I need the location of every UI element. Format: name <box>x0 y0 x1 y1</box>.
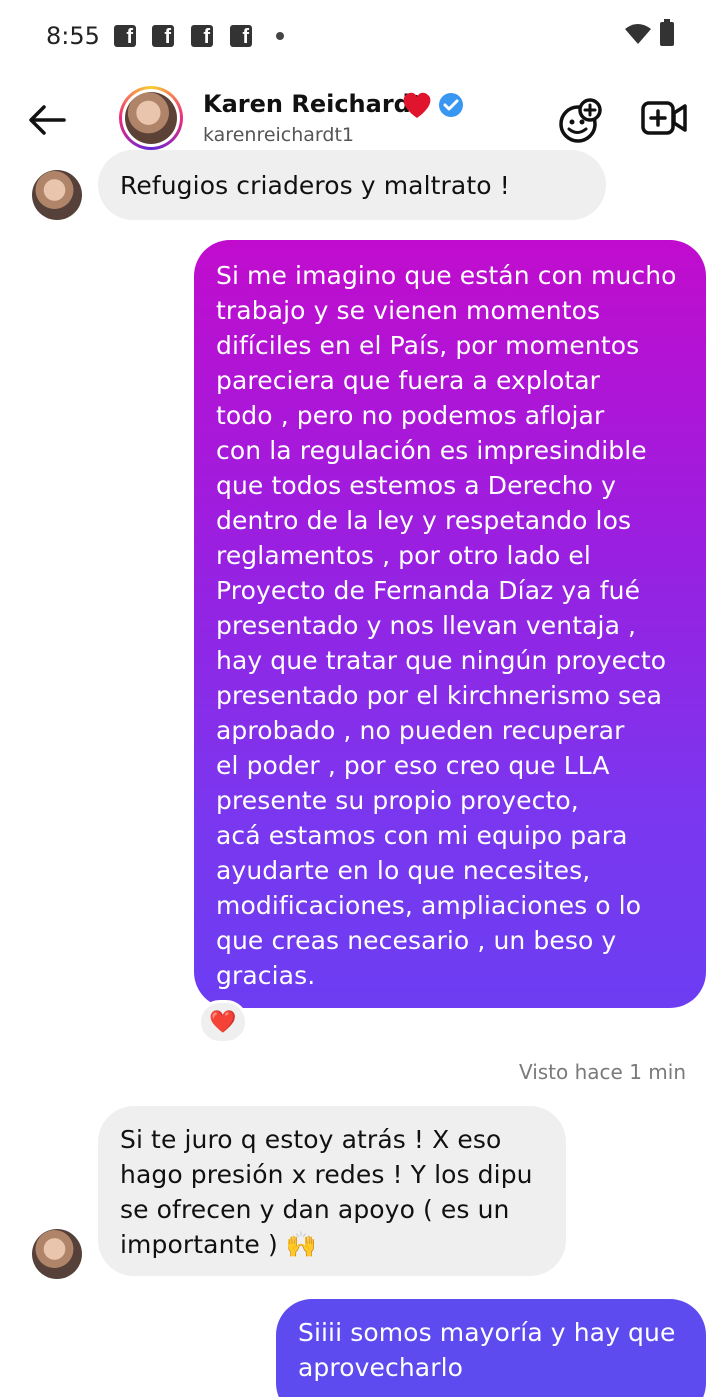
avatar <box>125 92 177 144</box>
incoming-message[interactable]: Refugios criaderos y maltrato ! <box>98 150 606 220</box>
heart-reaction-icon[interactable]: ❤️ <box>198 1000 248 1044</box>
sender-avatar[interactable] <box>32 1229 82 1279</box>
contact-avatar[interactable] <box>119 86 183 150</box>
facebook-notification-icon <box>230 25 252 49</box>
contact-handle[interactable]: karenreichardt1 <box>203 124 354 146</box>
incoming-message[interactable]: Si te juro q estoy atrás ! X eso hago pr… <box>98 1106 566 1276</box>
facebook-notification-icon <box>114 25 136 49</box>
heart-emoji-icon <box>403 92 431 118</box>
wifi-icon <box>625 24 651 44</box>
facebook-notification-icon <box>152 25 174 49</box>
back-arrow-icon[interactable] <box>24 98 72 142</box>
status-bar: 8:55 <box>0 0 720 72</box>
battery-icon <box>660 19 674 46</box>
more-notifications-dot-icon <box>276 32 284 40</box>
outgoing-message[interactable]: Siiii somos mayoría y hay que aprovechar… <box>276 1299 706 1397</box>
sender-avatar[interactable] <box>32 170 82 220</box>
video-call-icon[interactable] <box>640 98 688 140</box>
outgoing-message[interactable]: Si me imagino que están con mucho trabaj… <box>194 240 706 1008</box>
verified-badge-icon <box>439 93 463 117</box>
contact-name[interactable]: Karen Reichardt <box>203 90 422 118</box>
facebook-notification-icon <box>191 25 213 49</box>
add-emoji-icon[interactable] <box>556 98 604 144</box>
seen-status: Visto hace 1 min <box>518 1060 686 1084</box>
status-time: 8:55 <box>46 22 100 50</box>
